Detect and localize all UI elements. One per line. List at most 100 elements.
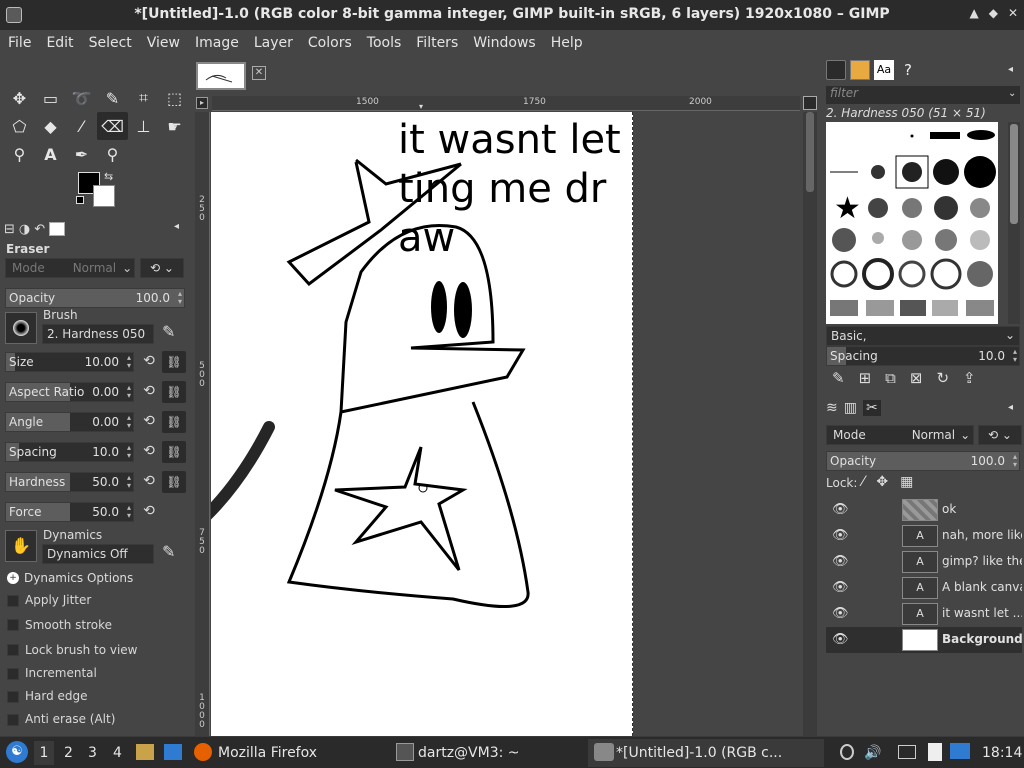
menu-edit[interactable]: Edit — [42, 35, 77, 51]
lock-brush-checkbox[interactable] — [7, 644, 19, 656]
layer-row[interactable]: 👁 A nah, more like — [826, 523, 1022, 549]
lock-alpha-icon[interactable]: ▦ — [900, 474, 913, 490]
layer-composite-button[interactable]: ⟲ ⌄ — [978, 425, 1022, 445]
fuzzy-select-tool-icon[interactable]: ✎ — [97, 84, 128, 112]
chevron-down-icon[interactable]: ⌄ — [1008, 88, 1016, 99]
paths-tab-icon[interactable]: ✂ — [862, 400, 881, 416]
dock-menu-icon[interactable]: ◂ — [174, 221, 179, 232]
eye-icon[interactable]: 👁 — [832, 554, 849, 569]
terminal-icon[interactable] — [396, 743, 414, 761]
eye-icon[interactable]: 👁 — [832, 502, 849, 517]
gimp-task[interactable]: *[Untitled]-1.0 (RGB c... — [616, 745, 782, 761]
paths-tool-icon[interactable]: ⚲ — [4, 140, 35, 168]
navigate-icon[interactable] — [803, 96, 817, 110]
patterns-tab-icon[interactable] — [850, 60, 870, 80]
menu-help[interactable]: Help — [547, 35, 587, 51]
eye-icon[interactable]: 👁 — [832, 580, 849, 595]
refresh-icon[interactable]: ↻ — [936, 369, 949, 387]
maximize-button[interactable]: ◆ — [989, 6, 998, 20]
open-as-image-icon[interactable]: ⇪ — [963, 369, 976, 387]
menu-windows[interactable]: Windows — [469, 35, 540, 51]
file-manager-icon[interactable] — [136, 744, 154, 760]
link-icon[interactable]: ⛓ — [162, 381, 186, 403]
eye-icon[interactable]: 👁 — [832, 528, 849, 543]
layer-opacity-slider[interactable]: Opacity 100.0 ▴ ▾ — [826, 451, 1020, 471]
images-tab-icon[interactable] — [49, 222, 66, 236]
hardness-slider[interactable]: Hardness 50.0 ▴ ▾ — [5, 472, 134, 492]
terminal-task[interactable]: dartz@VM3: ~ — [418, 745, 520, 761]
brush-set-select[interactable]: Basic, ⌄ — [826, 326, 1020, 346]
dynamics-options-expander[interactable]: Dynamics Options — [24, 571, 133, 585]
menu-view[interactable]: View — [143, 35, 184, 51]
link-icon[interactable]: ⛓ — [162, 441, 186, 463]
reset-icon[interactable]: ⟲ — [140, 443, 158, 461]
dock-menu-icon[interactable]: ◂ — [1008, 402, 1013, 413]
reset-icon[interactable]: ⟲ — [140, 503, 158, 521]
canvas[interactable]: it wasnt let ting me dr aw — [211, 112, 801, 736]
eye-icon[interactable]: 👁 — [832, 632, 849, 647]
size-slider[interactable]: Size 10.00 ▴ ▾ — [5, 352, 134, 372]
edit-brush-icon[interactable]: ✎ — [162, 322, 175, 341]
channels-tab-icon[interactable]: ▥ — [844, 400, 857, 416]
mode-reset-button[interactable]: ⟲ ⌄ — [140, 258, 184, 278]
opacity-slider[interactable]: Opacity 100.0 ▴ ▾ — [5, 288, 185, 308]
edit-dynamics-icon[interactable]: ✎ — [162, 542, 175, 561]
smudge-tool-icon[interactable]: ☛ — [159, 112, 190, 140]
layer-row[interactable]: 👁 ok — [826, 497, 1022, 523]
workspace-4[interactable]: 4 — [113, 745, 122, 761]
angle-slider[interactable]: Angle 0.00 ▴ ▾ — [5, 412, 134, 432]
layer-row[interactable]: 👁 A A blank canva — [826, 575, 1022, 601]
lock-position-icon[interactable]: ✥ — [876, 474, 888, 490]
rect-select-tool-icon[interactable]: ▭ — [35, 84, 66, 112]
edit-brush-icon[interactable]: ✎ — [832, 369, 845, 387]
brush-name-field[interactable]: 2. Hardness 050 — [42, 324, 154, 344]
menu-layer[interactable]: Layer — [250, 35, 297, 51]
workspace-1[interactable]: 1 — [34, 741, 54, 765]
incremental-checkbox[interactable] — [7, 668, 19, 680]
image-canvas[interactable]: it wasnt let ting me dr aw — [211, 112, 633, 736]
expand-icon[interactable]: + — [7, 572, 19, 584]
transform-tool-icon[interactable]: ⬚ — [159, 84, 190, 112]
dock-menu-icon[interactable]: ◂ — [1008, 64, 1013, 75]
text-tool-icon[interactable]: A — [35, 140, 66, 168]
spacing-slider[interactable]: Spacing 10.0 ▴ ▾ — [5, 442, 134, 462]
close-tab-icon[interactable]: ✕ — [252, 66, 266, 80]
power-icon[interactable] — [840, 744, 854, 760]
link-icon[interactable]: ⛓ — [162, 471, 186, 493]
help-tab-icon[interactable]: ? — [898, 60, 918, 80]
workspace-3[interactable]: 3 — [88, 745, 97, 761]
menu-tools[interactable]: Tools — [363, 35, 406, 51]
mode-select[interactable]: Mode Normal ⌄ — [5, 258, 135, 278]
image-tab-thumbnail[interactable] — [196, 62, 246, 90]
paintbrush-tool-icon[interactable]: ⁄ — [66, 112, 97, 140]
apply-jitter-checkbox[interactable] — [7, 595, 19, 607]
menu-file[interactable]: File — [4, 35, 35, 51]
volume-icon[interactable]: 🔊 — [864, 745, 881, 761]
dynamics-field[interactable]: Dynamics Off — [42, 544, 154, 564]
brush-preview[interactable] — [5, 312, 37, 344]
link-icon[interactable]: ⛓ — [162, 351, 186, 373]
aspect-ratio-slider[interactable]: Aspect Ratio 0.00 ▴ ▾ — [5, 382, 134, 402]
quick-mask-icon[interactable]: ▸ — [196, 97, 208, 109]
menu-image[interactable]: Image — [191, 35, 243, 51]
delete-brush-icon[interactable]: ⊠ — [910, 369, 923, 387]
firefox-task[interactable]: Mozilla Firefox — [218, 745, 317, 761]
layers-tab-icon[interactable]: ≋ — [826, 400, 838, 416]
brush-scrollbar[interactable] — [1008, 122, 1020, 324]
workspace-2[interactable]: 2 — [64, 745, 73, 761]
hard-edge-checkbox[interactable] — [7, 691, 19, 703]
move-tool-icon[interactable]: ✥ — [4, 84, 35, 112]
tool-options-tab-icon[interactable]: ⊟ — [4, 222, 15, 237]
brushes-tab-icon[interactable] — [826, 60, 846, 80]
layer-mode-select[interactable]: Mode Normal ⌄ — [826, 425, 974, 445]
duplicate-brush-icon[interactable]: ⧉ — [885, 369, 896, 387]
lasso-tool-icon[interactable]: ➰ — [66, 84, 97, 112]
layer-row[interactable]: 👁 A gimp? like the — [826, 549, 1022, 575]
eraser-tool-icon[interactable]: ⌫ — [97, 112, 128, 140]
menu-colors[interactable]: Colors — [304, 35, 356, 51]
clipboard-icon[interactable] — [928, 743, 942, 761]
lock-pixels-icon[interactable]: ⁄ — [862, 474, 864, 490]
menu-filters[interactable]: Filters — [412, 35, 462, 51]
eye-icon[interactable]: 👁 — [832, 606, 849, 621]
layer-row-selected[interactable]: 👁 Background — [826, 627, 1022, 653]
